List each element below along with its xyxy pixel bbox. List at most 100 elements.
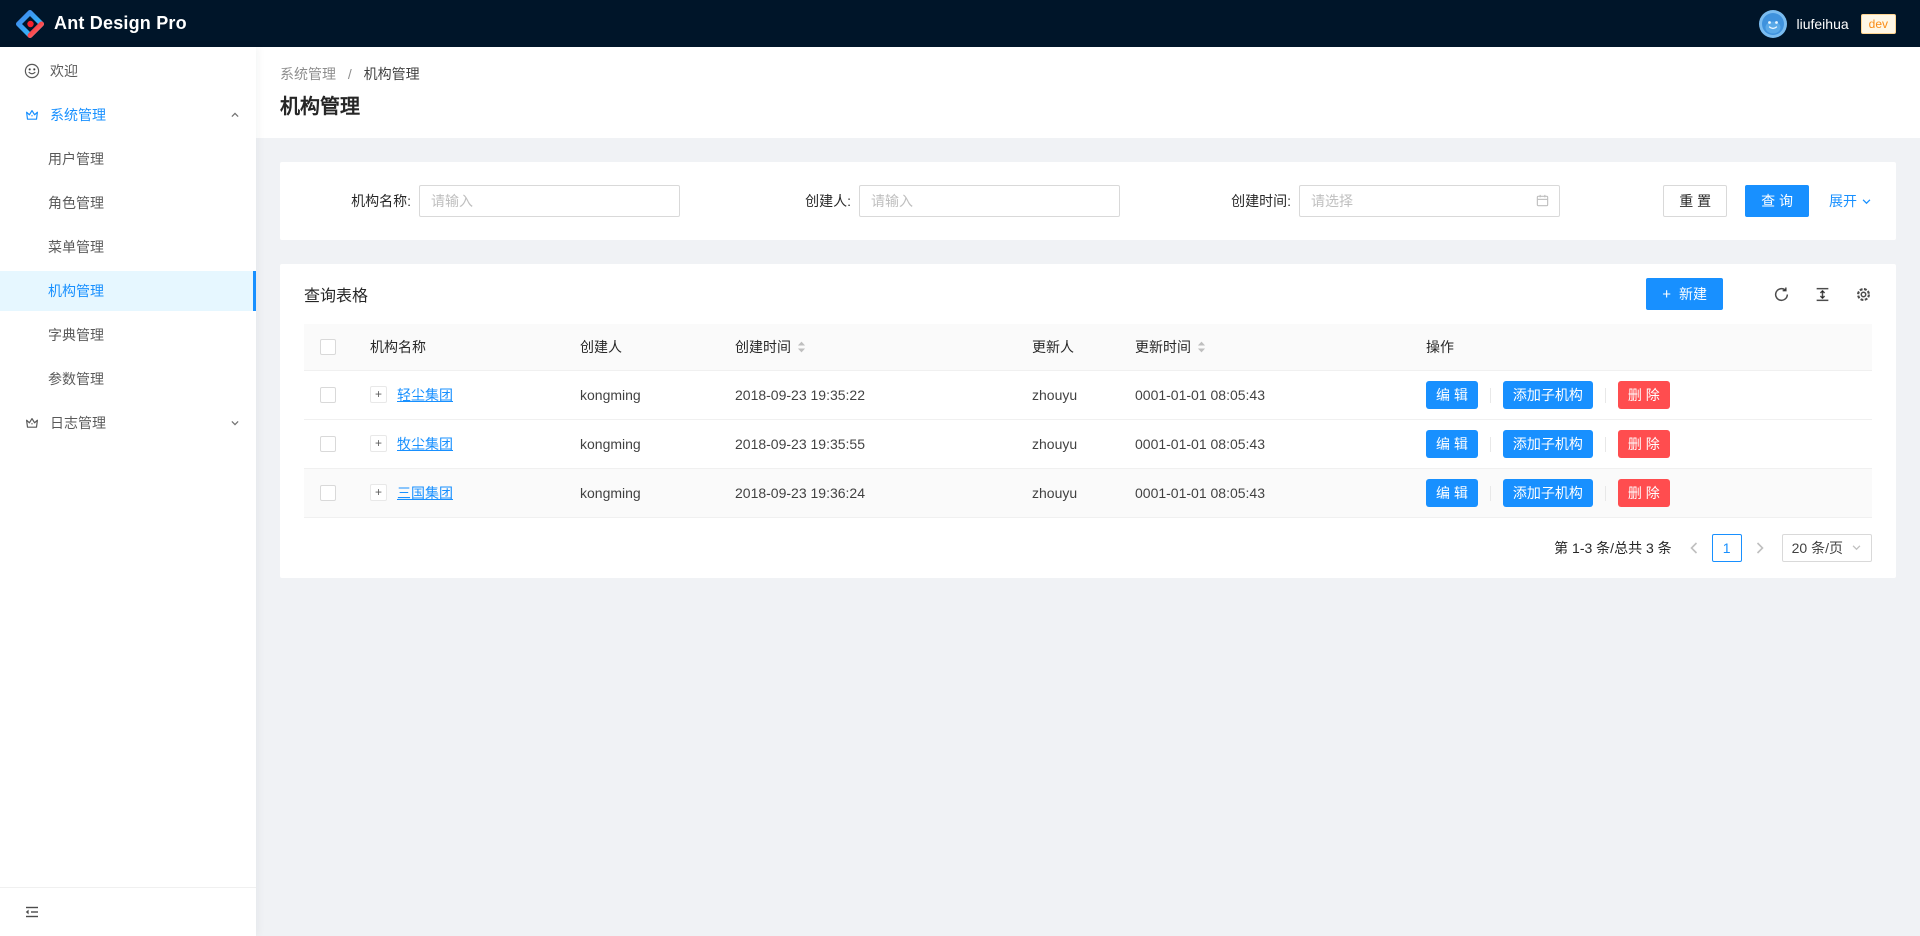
- new-button-label: 新建: [1679, 284, 1707, 304]
- creator-input[interactable]: [859, 185, 1120, 217]
- app-title: Ant Design Pro: [54, 13, 187, 34]
- select-all-checkbox[interactable]: [320, 339, 336, 355]
- table-row: + 三国集团 kongming 2018-09-23 19:36:24 zhou…: [304, 468, 1872, 517]
- search-actions: 重 置 查 询 展开: [1663, 185, 1872, 217]
- chevron-down-icon: [1861, 196, 1872, 207]
- add-child-org-button[interactable]: 添加子机构: [1503, 479, 1593, 507]
- sort-caret-icon[interactable]: [797, 340, 806, 354]
- query-button[interactable]: 查 询: [1745, 185, 1809, 217]
- reset-button[interactable]: 重 置: [1663, 185, 1727, 217]
- expand-row-icon[interactable]: +: [370, 435, 387, 452]
- breadcrumb-item-system[interactable]: 系统管理: [280, 66, 336, 82]
- form-item-creator: 创建人:: [744, 185, 1184, 217]
- create-time-picker[interactable]: [1299, 185, 1560, 217]
- edit-button[interactable]: 编 辑: [1426, 381, 1478, 409]
- form-item-create-time: 创建时间:: [1184, 185, 1560, 217]
- org-name-input[interactable]: [419, 185, 680, 217]
- crown-icon: [24, 107, 40, 123]
- page-title: 机构管理: [280, 93, 1896, 121]
- add-child-org-button[interactable]: 添加子机构: [1503, 381, 1593, 409]
- next-page-button[interactable]: [1748, 534, 1772, 562]
- add-child-org-button[interactable]: 添加子机构: [1503, 430, 1593, 458]
- cell-created: 2018-09-23 19:36:24: [719, 468, 1016, 517]
- smile-icon: [24, 63, 40, 79]
- page-size-value: 20 条/页: [1792, 538, 1843, 558]
- col-header-creator: 创建人: [564, 324, 719, 370]
- expand-row-icon[interactable]: +: [370, 386, 387, 403]
- expand-row-icon[interactable]: +: [370, 484, 387, 501]
- row-checkbox[interactable]: [320, 436, 336, 452]
- cell-updater: zhouyu: [1016, 370, 1119, 419]
- chevron-down-icon: [230, 418, 240, 428]
- action-divider: [1490, 437, 1491, 452]
- cell-creator: kongming: [564, 419, 719, 468]
- table-card: 查询表格 + 新建: [280, 264, 1896, 578]
- row-checkbox[interactable]: [320, 387, 336, 403]
- page-number-1[interactable]: 1: [1712, 534, 1742, 562]
- calendar-icon: [1535, 193, 1550, 208]
- sidebar-item-user-management[interactable]: 用户管理: [0, 139, 256, 179]
- org-name-link[interactable]: 轻尘集团: [397, 385, 453, 405]
- action-divider: [1490, 388, 1491, 403]
- new-button[interactable]: + 新建: [1646, 278, 1723, 310]
- sidebar-item-label: 欢迎: [50, 61, 78, 81]
- sidebar-item-org-management[interactable]: 机构管理: [0, 271, 256, 311]
- breadcrumb-item-org: 机构管理: [364, 66, 420, 82]
- sidebar-item-role-management[interactable]: 角色管理: [0, 183, 256, 223]
- column-height-icon[interactable]: [1814, 286, 1831, 303]
- sort-caret-icon[interactable]: [1197, 340, 1206, 354]
- sidebar-item-menu-management[interactable]: 菜单管理: [0, 227, 256, 267]
- org-name-link[interactable]: 三国集团: [397, 483, 453, 503]
- sidebar-item-welcome[interactable]: 欢迎: [0, 51, 256, 91]
- sidebar-item-label: 字典管理: [48, 325, 104, 345]
- sidebar-item-label: 菜单管理: [48, 237, 104, 257]
- header-right: liufeihua dev: [1759, 10, 1896, 38]
- sidebar-menu: 欢迎 系统管理 用户管理: [0, 47, 256, 887]
- search-form-card: 机构名称: 创建人: 创建时间:: [280, 162, 1896, 240]
- sidebar-item-log-management[interactable]: 日志管理: [0, 403, 256, 443]
- sidebar-item-label: 日志管理: [50, 413, 106, 433]
- edit-button[interactable]: 编 辑: [1426, 479, 1478, 507]
- logo-area[interactable]: Ant Design Pro: [16, 10, 187, 38]
- delete-button[interactable]: 删 除: [1618, 430, 1670, 458]
- col-header-created[interactable]: 创建时间: [719, 324, 1016, 370]
- reload-icon[interactable]: [1773, 286, 1790, 303]
- col-header-updated[interactable]: 更新时间: [1119, 324, 1410, 370]
- username[interactable]: liufeihua: [1796, 16, 1848, 32]
- settings-gear-icon[interactable]: [1855, 286, 1872, 303]
- plus-icon: +: [1662, 287, 1671, 302]
- delete-button[interactable]: 删 除: [1618, 479, 1670, 507]
- chevron-up-icon: [230, 110, 240, 120]
- toolbar-right: + 新建: [1646, 278, 1872, 310]
- sidebar-item-param-management[interactable]: 参数管理: [0, 359, 256, 399]
- env-tag: dev: [1861, 14, 1896, 34]
- pagination-total: 第 1-3 条/总共 3 条: [1554, 538, 1671, 558]
- user-avatar[interactable]: [1759, 10, 1787, 38]
- sidebar-item-dict-management[interactable]: 字典管理: [0, 315, 256, 355]
- edit-button[interactable]: 编 辑: [1426, 430, 1478, 458]
- prev-page-button[interactable]: [1682, 534, 1706, 562]
- sidebar-footer: [0, 887, 256, 936]
- delete-button[interactable]: 删 除: [1618, 381, 1670, 409]
- expand-link-label: 展开: [1829, 191, 1857, 211]
- page-size-select[interactable]: 20 条/页: [1782, 534, 1872, 562]
- org-name-link[interactable]: 牧尘集团: [397, 434, 453, 454]
- cell-created: 2018-09-23 19:35:22: [719, 370, 1016, 419]
- cell-updated: 0001-01-01 08:05:43: [1119, 419, 1410, 468]
- action-divider: [1490, 486, 1491, 501]
- menu-fold-icon[interactable]: [24, 904, 40, 920]
- main-area: 系统管理 / 机构管理 机构管理 机构名称: 创建人:: [256, 47, 1920, 936]
- sidebar-item-label: 机构管理: [48, 281, 104, 301]
- cell-created: 2018-09-23 19:35:55: [719, 419, 1016, 468]
- create-time-label: 创建时间:: [1184, 191, 1299, 211]
- table-header-row: 机构名称 创建人 创建时间: [304, 324, 1872, 370]
- expand-link[interactable]: 展开: [1829, 191, 1872, 211]
- cell-creator: kongming: [564, 468, 719, 517]
- content-area: 机构名称: 创建人: 创建时间:: [256, 138, 1920, 936]
- sidebar-item-system-management[interactable]: 系统管理: [0, 95, 256, 135]
- row-checkbox[interactable]: [320, 485, 336, 501]
- action-divider: [1605, 388, 1606, 403]
- action-divider: [1605, 486, 1606, 501]
- app-root: Ant Design Pro liufeihua dev: [0, 0, 1920, 936]
- chevron-down-icon: [1851, 542, 1862, 553]
